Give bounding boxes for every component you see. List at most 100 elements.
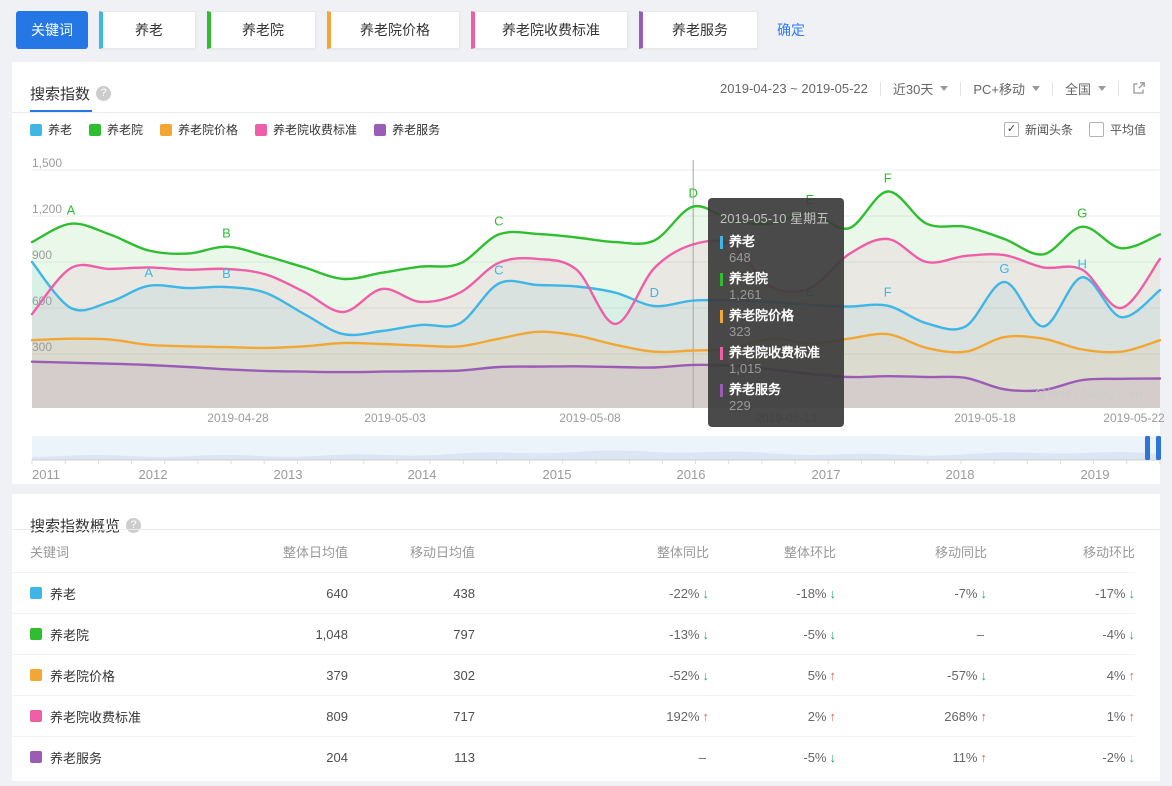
legend-item-yanglaoyuan[interactable]: 养老院	[89, 121, 143, 138]
legend-item-yanglao[interactable]: 养老	[30, 121, 72, 138]
slider-year-label: 2011	[32, 467, 60, 482]
series-color-bar	[720, 383, 723, 397]
mobile-mom-value: -17% ↓	[1095, 585, 1135, 601]
chevron-down-icon	[1098, 86, 1106, 91]
keyword-chip-shoufei-biaozhun[interactable]: 养老院收费标准	[471, 11, 628, 49]
checkbox-checked-icon: ✓	[1003, 122, 1019, 137]
table-row[interactable]: 养老院价格 379 302 -52% ↓ 5% ↑ -57% ↓ 4% ↑	[12, 654, 1135, 695]
header-divider	[12, 112, 1160, 113]
legend-label: 养老院价格	[178, 123, 239, 137]
tooltip-item: 养老院收费标准 1,015	[720, 345, 832, 377]
time-range-select[interactable]: 近30天	[893, 79, 949, 98]
svg-text:D: D	[650, 285, 659, 300]
y-axis-tick: 300	[32, 340, 53, 354]
legend-item-shoufei[interactable]: 养老院收费标准	[255, 121, 357, 138]
series-color-bar	[720, 309, 723, 323]
legend-swatch	[255, 123, 268, 136]
card-title: 搜索指数	[30, 86, 91, 103]
tooltip-item: 养老院 1,261	[720, 271, 832, 303]
x-axis-tick: 2019-05-22	[1103, 411, 1165, 425]
keyword-name: 养老院价格	[50, 668, 116, 684]
legend-swatch	[30, 123, 42, 136]
keyword-button[interactable]: 关键词	[16, 11, 88, 49]
keyword-chip-yanglao[interactable]: 养老	[99, 11, 196, 49]
tooltip-date: 2019-05-10 星期五	[720, 211, 830, 226]
slider-year-label: 2015	[542, 467, 572, 482]
device-value: PC+移动	[973, 82, 1025, 97]
keyword-chip-yanglaoyuan[interactable]: 养老院	[207, 11, 316, 49]
overall-avg-value: 640	[326, 585, 348, 601]
mobile-yoy-value: –	[976, 626, 984, 642]
y-axis-tick: 1,200	[32, 202, 63, 216]
divider	[879, 81, 881, 96]
overall-yoy-value: -52% ↓	[669, 667, 709, 683]
watermark: @index.baidu.com	[1034, 386, 1142, 401]
x-axis-tick: 2019-05-08	[559, 411, 621, 425]
help-icon[interactable]: ?	[96, 86, 112, 101]
mobile-avg-value: 438	[453, 585, 475, 601]
legend-label: 养老院	[107, 123, 144, 137]
confirm-link[interactable]: 确定	[777, 20, 805, 40]
y-axis-tick: 600	[32, 294, 53, 308]
timeline-slider[interactable]	[31, 436, 1162, 466]
external-link-icon[interactable]	[1131, 81, 1146, 96]
overall-avg-value: 204	[326, 749, 348, 765]
mobile-yoy-value: 11% ↑	[952, 749, 987, 765]
slider-year-label: 2017	[811, 467, 841, 482]
overall-yoy-value: -22% ↓	[669, 585, 709, 601]
divider	[960, 81, 962, 96]
table-row[interactable]: 养老院收费标准 809 717 192% ↑ 2% ↑ 268% ↑ 1% ↑	[12, 695, 1135, 736]
legend-swatch	[160, 123, 173, 136]
col-header-overall-mom: 整体环比	[783, 544, 836, 560]
keyword-name: 养老	[50, 586, 77, 602]
svg-text:H: H	[1078, 256, 1087, 271]
overall-mom-value: -5% ↓	[803, 749, 836, 765]
y-axis-tick: 900	[32, 248, 53, 262]
mobile-yoy-value: -57% ↓	[947, 667, 987, 683]
keyword-swatch	[30, 628, 42, 640]
slider-year-label: 2019	[1080, 467, 1110, 482]
legend-item-jiage[interactable]: 养老院价格	[160, 121, 238, 138]
mobile-yoy-value: 268% ↑	[944, 708, 987, 724]
series-color-bar	[720, 272, 723, 286]
mobile-yoy-value: -7% ↓	[954, 585, 987, 601]
legend-swatch	[374, 123, 387, 136]
table-row[interactable]: 养老 640 438 -22% ↓ -18% ↓ -7% ↓ -17% ↓	[12, 572, 1135, 613]
overall-avg-value: 1,048	[315, 626, 348, 642]
table-header-row: 关键词 整体日均值 移动日均值 整体同比 整体环比 移动同比 移动环比	[12, 530, 1135, 572]
mobile-avg-value: 717	[453, 708, 475, 724]
overall-yoy-value: 192% ↑	[666, 708, 709, 724]
device-select[interactable]: PC+移动	[973, 79, 1040, 98]
keyword-chip-yanglaoyuan-jiage[interactable]: 养老院价格	[327, 11, 460, 49]
legend-item-fuwu[interactable]: 养老服务	[374, 121, 440, 138]
average-checkbox[interactable]: 平均值	[1088, 121, 1146, 138]
divider	[1051, 81, 1053, 96]
overall-avg-value: 379	[326, 667, 348, 683]
region-select[interactable]: 全国	[1065, 79, 1106, 98]
news-headline-checkbox[interactable]: ✓ 新闻头条	[1003, 121, 1073, 138]
svg-text:A: A	[144, 265, 153, 280]
legend-label: 养老	[48, 123, 73, 137]
col-header-mobile-yoy: 移动同比	[934, 544, 987, 560]
overview-table: 关键词 整体日均值 移动日均值 整体同比 整体环比 移动同比 移动环比 养老 6…	[12, 530, 1135, 777]
chart-tooltip: 2019-05-10 星期五 养老 648 养老院 1,261 养老院价格 32…	[708, 198, 844, 427]
overall-yoy-value: -13% ↓	[669, 626, 709, 642]
overall-avg-value: 809	[326, 708, 348, 724]
svg-text:F: F	[884, 285, 892, 300]
keyword-swatch	[30, 587, 42, 599]
svg-text:F: F	[884, 171, 892, 186]
col-header-keyword: 关键词	[30, 544, 70, 560]
svg-text:G: G	[1077, 206, 1087, 221]
keyword-chip-yanglao-fuwu[interactable]: 养老服务	[639, 11, 758, 49]
overall-mom-value: 5% ↑	[807, 667, 836, 683]
keyword-swatch	[30, 751, 42, 763]
slider-year-label: 2018	[945, 467, 975, 482]
table-row[interactable]: 养老院 1,048 797 -13% ↓ -5% ↓ – -4% ↓	[12, 613, 1135, 654]
col-header-overall-yoy: 整体同比	[656, 544, 709, 560]
trend-arrow: ↑	[1128, 708, 1136, 724]
table-row[interactable]: 养老服务 204 113 – -5% ↓ 11% ↑ -2% ↓	[12, 736, 1135, 777]
keyword-swatch	[30, 669, 42, 681]
date-range[interactable]: 2019-04-23 ~ 2019-05-22	[720, 81, 868, 96]
legend-label: 养老服务	[392, 123, 441, 137]
trend-line-chart[interactable]: ABCDEFGHABCDEFG	[30, 160, 1162, 412]
